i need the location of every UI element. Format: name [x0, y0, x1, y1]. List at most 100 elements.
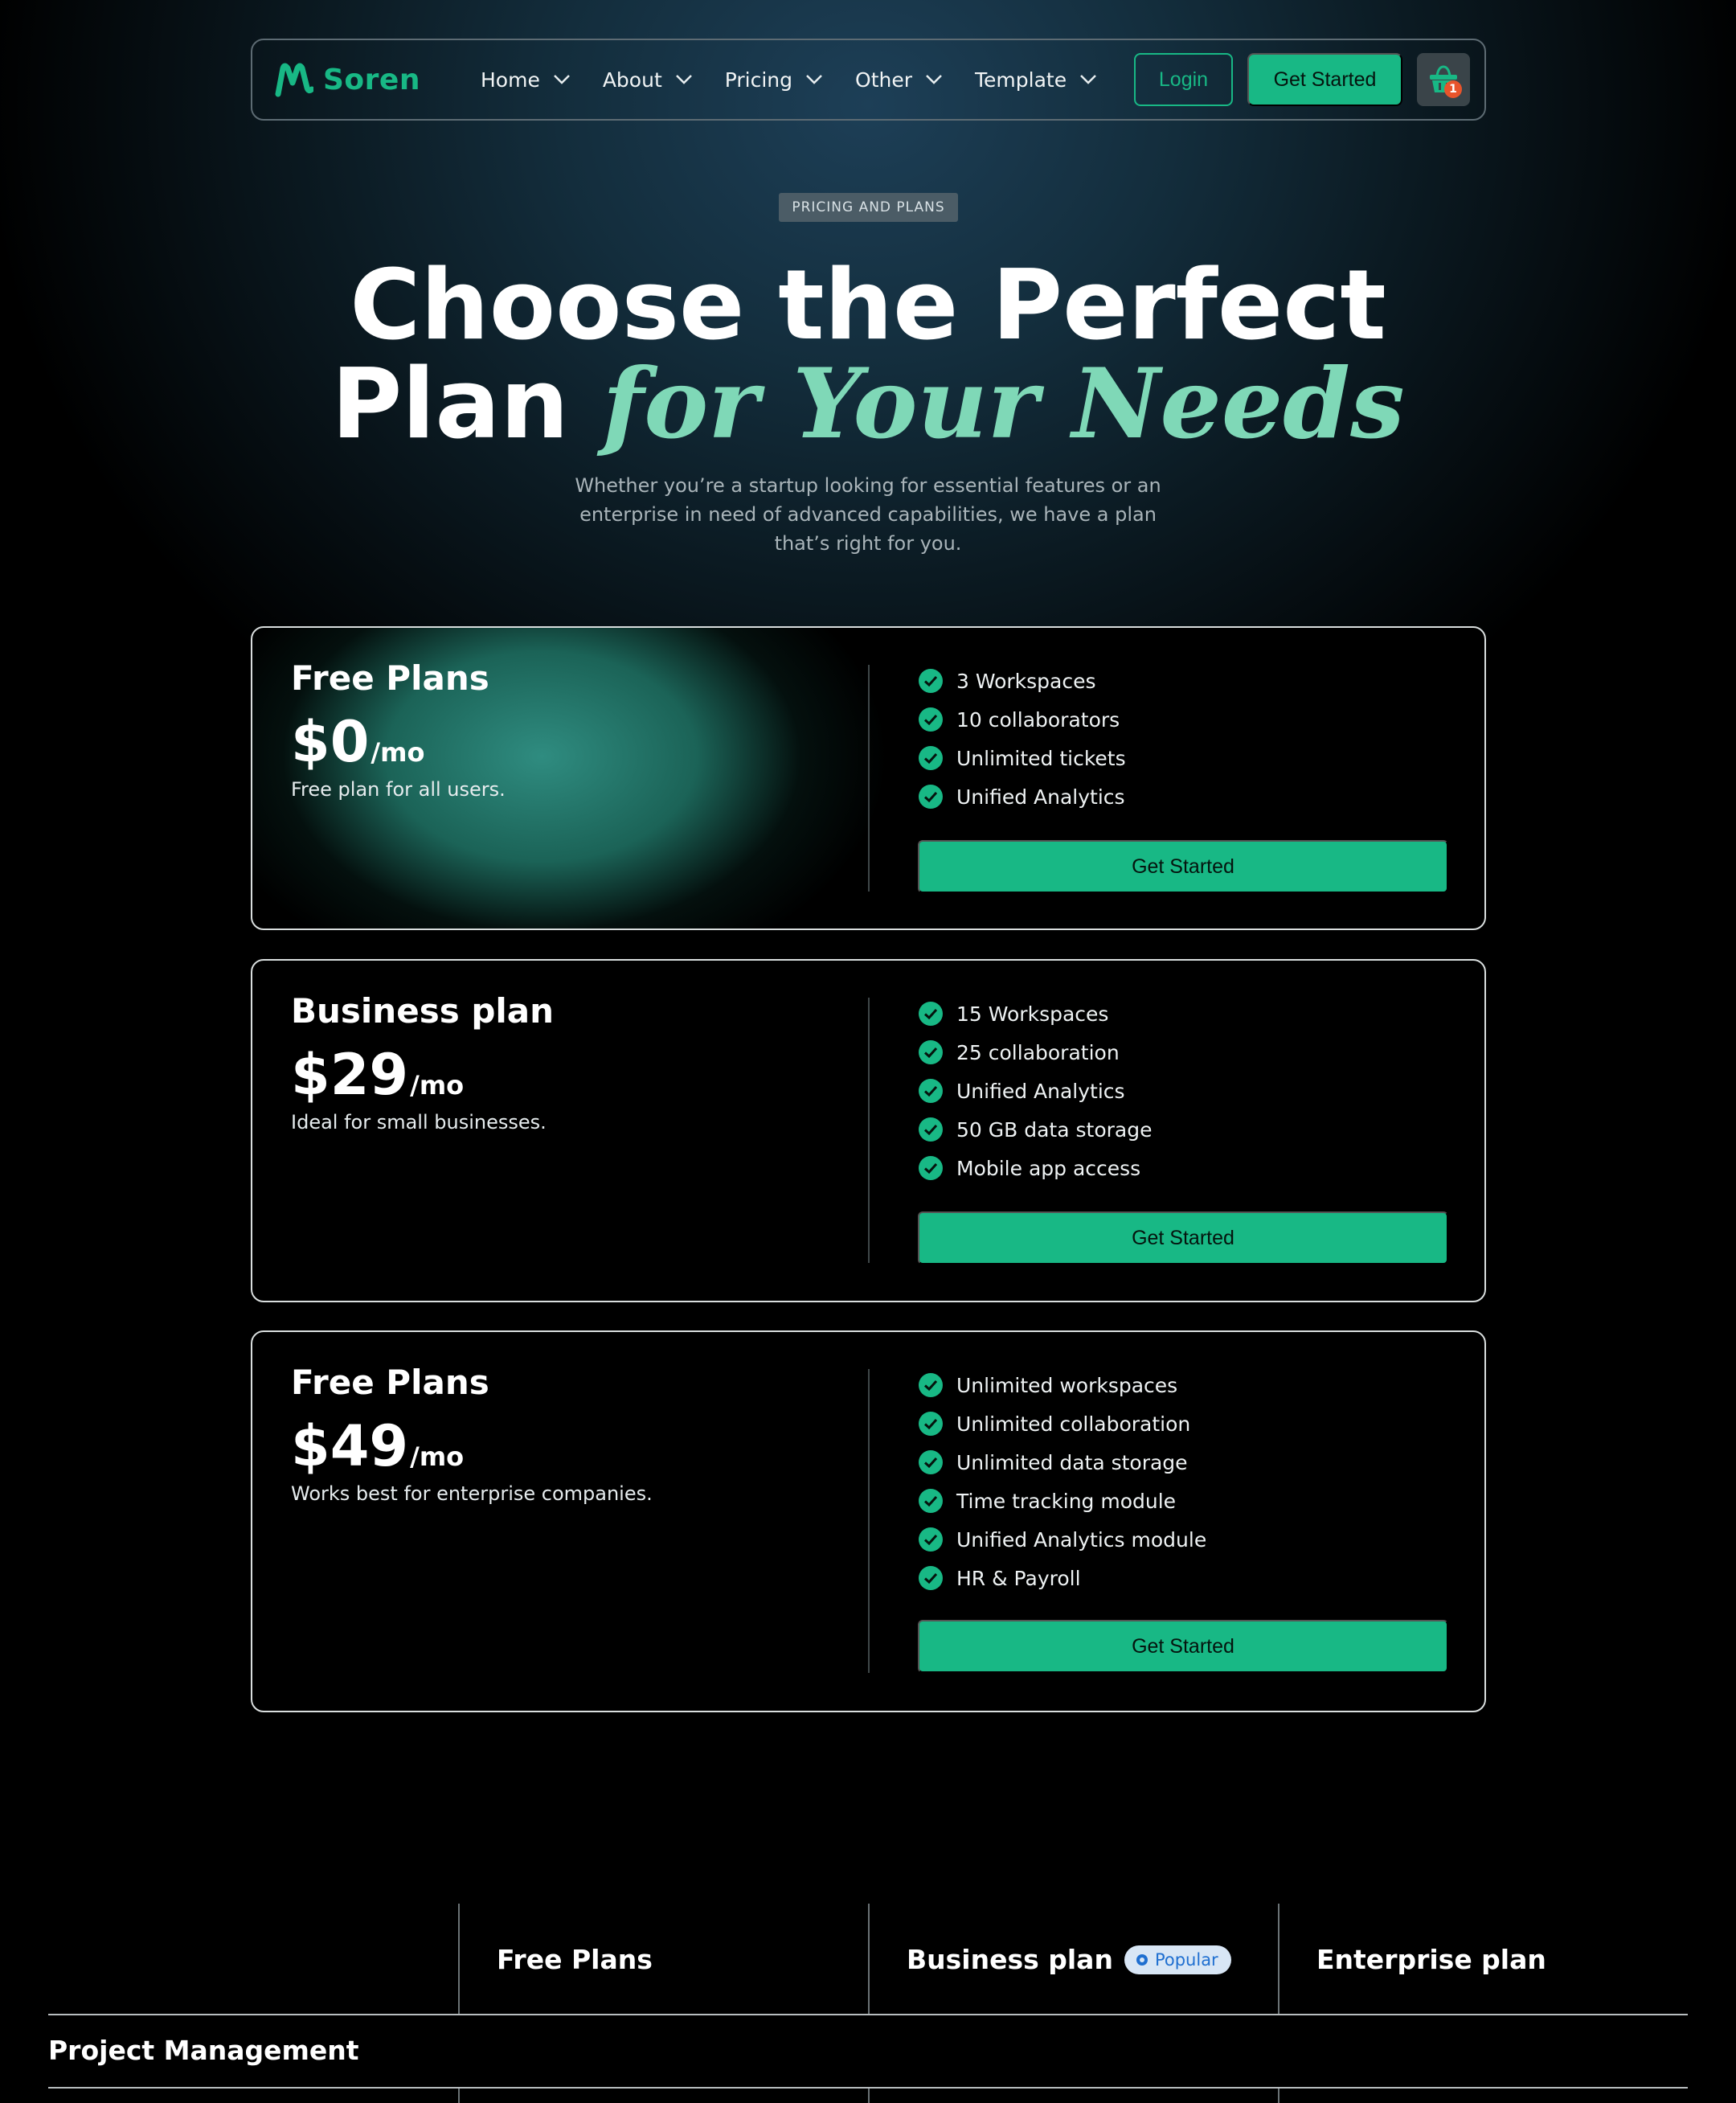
plan-name: Free Plans — [291, 658, 489, 698]
plan-price: $29 /mo — [291, 1042, 554, 1108]
section-tag: PRICING AND PLANS — [779, 193, 958, 222]
feature-list: 3 Workspaces 10 collaborators Unlimited … — [918, 662, 1126, 816]
check-circle-icon — [919, 1002, 943, 1026]
feature-item: Unified Analytics — [918, 777, 1126, 816]
get-started-nav-button[interactable]: Get Started — [1247, 53, 1402, 106]
nav-item-other[interactable]: Other — [855, 68, 943, 92]
logo-icon — [275, 63, 313, 97]
nav-label: Home — [481, 68, 540, 92]
column-divider — [868, 1904, 870, 2015]
comparison-section-title: Project Management — [48, 2035, 359, 2066]
chevron-down-icon — [1080, 75, 1096, 84]
price-period: /mo — [410, 1070, 465, 1101]
feature-list: Unlimited workspaces Unlimited collabora… — [918, 1366, 1206, 1597]
feature-label: HR & Payroll — [956, 1566, 1081, 1590]
column-divider — [458, 1904, 460, 2015]
feature-item: Unlimited tickets — [918, 739, 1126, 777]
feature-label: Unlimited data storage — [956, 1450, 1188, 1474]
feature-item: Unlimited data storage — [918, 1443, 1206, 1482]
page-title: Choose the Perfect Plan for Your Needs — [0, 257, 1736, 454]
compare-column-enterprise: Enterprise plan — [1316, 1944, 1546, 1975]
feature-label: Time tracking module — [956, 1489, 1177, 1513]
column-title: Business plan — [907, 1944, 1113, 1975]
plan-description: Free plan for all users. — [291, 778, 506, 801]
plan-summary: Free Plans $0 /mo Free plan for all user… — [291, 658, 506, 801]
nav-label: Other — [855, 68, 912, 92]
nav-actions: Login Get Started 1 — [1134, 53, 1470, 106]
check-circle-icon — [919, 1412, 943, 1436]
main-menu: Home About Pricing Other Template — [481, 68, 1129, 92]
feature-item: 25 collaboration — [918, 1033, 1152, 1072]
check-circle-icon — [919, 1450, 943, 1474]
feature-item: 15 Workspaces — [918, 994, 1152, 1033]
plan-description: Ideal for small businesses. — [291, 1111, 547, 1133]
feature-label: Unified Analytics module — [956, 1527, 1207, 1552]
check-circle-icon — [919, 785, 943, 809]
title-line-1: Choose the Perfect — [350, 250, 1386, 362]
column-divider — [458, 2089, 460, 2103]
chevron-down-icon — [806, 75, 822, 84]
feature-label: 10 collaborators — [956, 707, 1120, 732]
nav-label: Pricing — [724, 68, 793, 92]
check-circle-icon — [919, 669, 943, 693]
column-title: Free Plans — [497, 1944, 653, 1975]
get-started-button[interactable]: Get Started — [918, 840, 1448, 893]
feature-item: 10 collaborators — [918, 700, 1126, 739]
chevron-down-icon — [675, 75, 692, 84]
nav-item-about[interactable]: About — [603, 68, 693, 92]
feature-item: Time tracking module — [918, 1482, 1206, 1520]
brand-logo[interactable]: Soren — [275, 62, 450, 97]
nav-label: Template — [975, 68, 1067, 92]
column-divider — [868, 2089, 870, 2103]
check-circle-icon — [919, 707, 943, 732]
navbar: Soren Home About Pricing Other Template … — [251, 39, 1486, 121]
compare-column-business: Business plan Popular — [907, 1944, 1231, 1975]
chevron-down-icon — [553, 75, 570, 84]
nav-item-home[interactable]: Home — [481, 68, 571, 92]
feature-item: Unified Analytics module — [918, 1520, 1206, 1559]
feature-item: HR & Payroll — [918, 1559, 1206, 1597]
check-circle-icon — [919, 1527, 943, 1552]
price-period: /mo — [410, 1441, 465, 1472]
feature-label: Unlimited workspaces — [956, 1373, 1178, 1397]
nav-item-pricing[interactable]: Pricing — [725, 68, 823, 92]
plan-description: Works best for enterprise companies. — [291, 1482, 653, 1505]
get-started-button[interactable]: Get Started — [918, 1211, 1448, 1265]
price-amount: $29 — [291, 1042, 409, 1108]
get-started-button[interactable]: Get Started — [918, 1620, 1448, 1673]
feature-label: 50 GB data storage — [956, 1117, 1153, 1142]
feature-label: Unlimited tickets — [956, 746, 1126, 770]
table-divider — [48, 2014, 1688, 2015]
feature-list: 15 Workspaces 25 collaboration Unified A… — [918, 994, 1152, 1187]
plan-card-business: Business plan $29 /mo Ideal for small bu… — [251, 959, 1486, 1302]
feature-label: Unified Analytics — [956, 1079, 1125, 1103]
chevron-down-icon — [926, 75, 942, 84]
check-circle-icon — [919, 1373, 943, 1397]
check-circle-icon — [919, 746, 943, 770]
login-button[interactable]: Login — [1134, 53, 1233, 106]
plan-price: $0 /mo — [291, 709, 506, 775]
column-divider — [1278, 2089, 1279, 2103]
title-line-2: Plan — [331, 349, 603, 461]
check-circle-icon — [919, 1079, 943, 1103]
price-amount: $49 — [291, 1413, 409, 1479]
popular-badge: Popular — [1124, 1945, 1231, 1974]
plan-card-free: Free Plans $0 /mo Free plan for all user… — [251, 626, 1486, 930]
dot-icon — [1136, 1953, 1148, 1966]
price-period: /mo — [371, 737, 425, 768]
feature-item: Unlimited workspaces — [918, 1366, 1206, 1404]
column-divider — [1278, 1904, 1279, 2015]
feature-label: Unlimited collaboration — [956, 1412, 1191, 1436]
nav-item-template[interactable]: Template — [975, 68, 1097, 92]
cart-count-badge: 1 — [1444, 80, 1462, 98]
column-title: Enterprise plan — [1316, 1944, 1546, 1975]
plan-name: Free Plans — [291, 1363, 489, 1402]
feature-item: 50 GB data storage — [918, 1110, 1152, 1149]
price-amount: $0 — [291, 709, 370, 775]
cart-button[interactable]: 1 — [1417, 53, 1470, 106]
card-divider — [868, 665, 870, 892]
feature-label: 25 collaboration — [956, 1040, 1120, 1064]
check-circle-icon — [919, 1040, 943, 1064]
feature-label: Mobile app access — [956, 1156, 1141, 1180]
feature-label: 15 Workspaces — [956, 1002, 1109, 1026]
